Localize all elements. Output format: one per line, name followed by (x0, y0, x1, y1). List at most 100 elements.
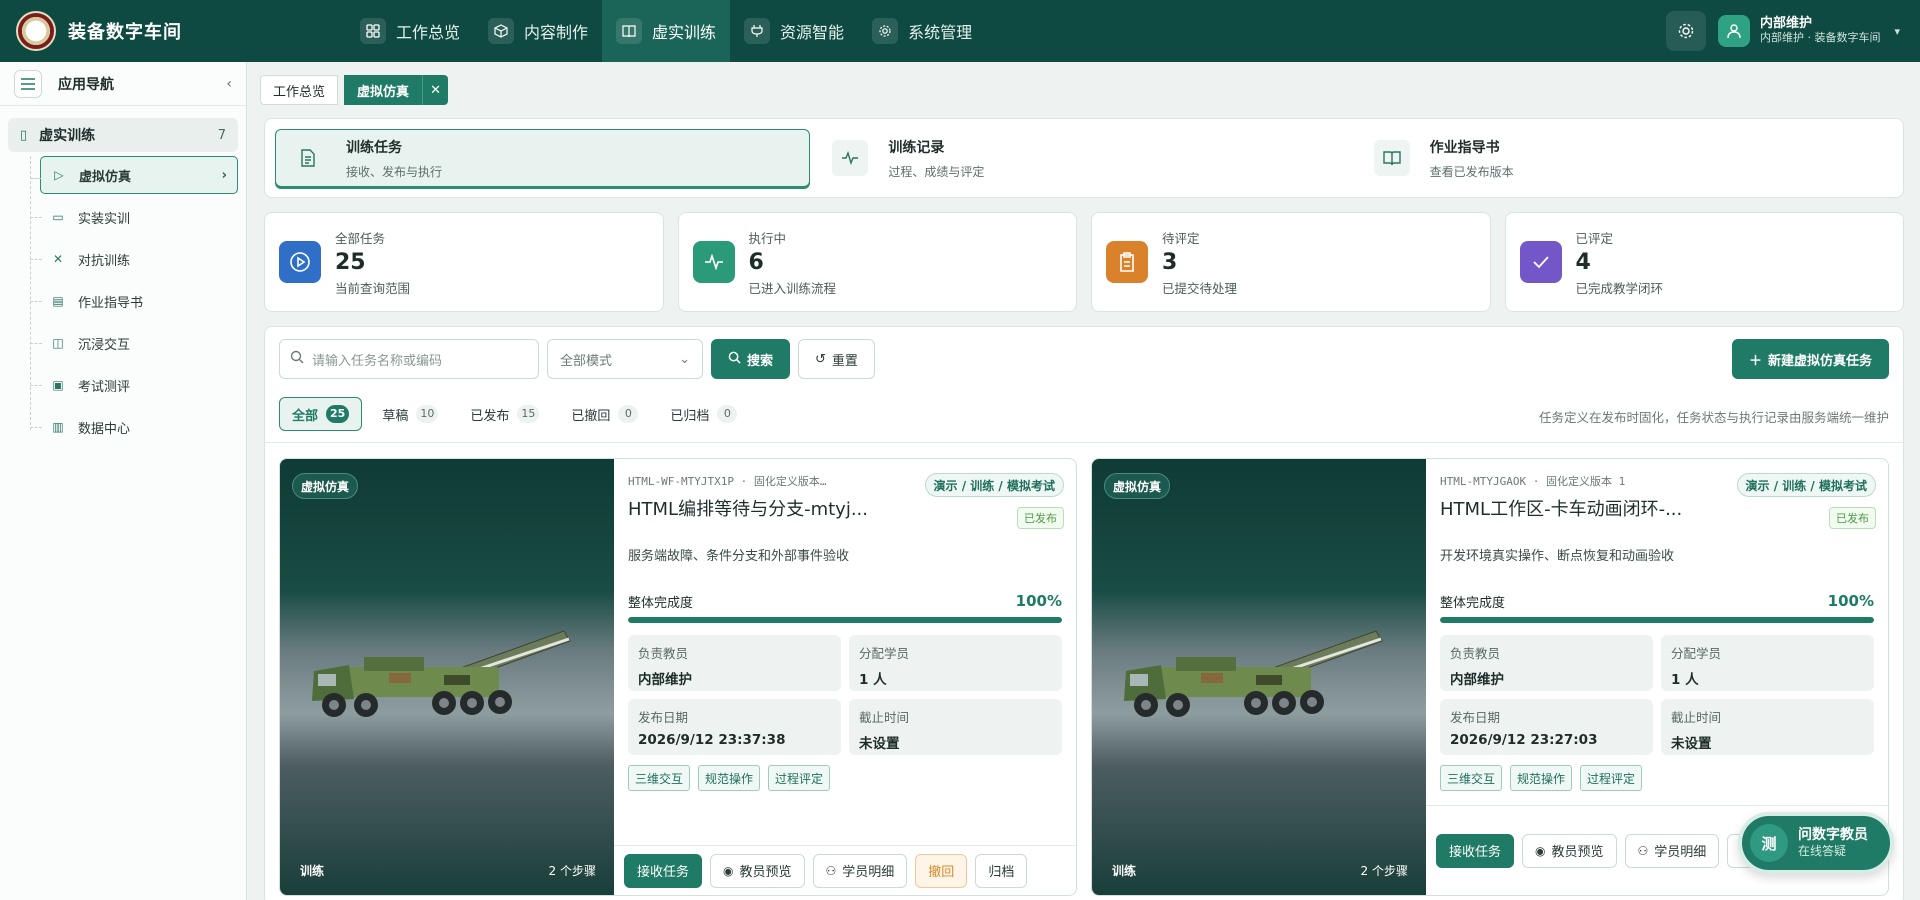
status-tab-count: 25 (326, 405, 350, 423)
sidebar-item-practical[interactable]: ▭ 实装实训 (28, 196, 246, 238)
mode-select[interactable]: 全部模式 ⌄ (547, 339, 703, 379)
status-tab-draft[interactable]: 草稿 10 (370, 397, 450, 431)
nav-item-system[interactable]: 系统管理 (858, 0, 986, 62)
search-button-label: 搜索 (747, 353, 774, 369)
tab-virtual-sim[interactable]: 虚拟仿真 (344, 75, 423, 105)
module-title: 训练记录 (888, 139, 945, 156)
archive-button[interactable]: 归档 (975, 853, 1028, 888)
stat-value: 3 (1162, 249, 1178, 275)
status-tab-count: 10 (416, 405, 439, 423)
mode-select-value: 全部模式 (560, 353, 613, 369)
assistant-status: 在线答疑 (1798, 844, 1847, 858)
sidebar-item-guide[interactable]: ▤ 作业指导书 (28, 280, 246, 322)
module-subtitle: 接收、发布与执行 (346, 164, 443, 179)
stat-pending[interactable]: 待评定 3 已提交待处理 (1091, 212, 1491, 312)
eye-icon: ◉ (1535, 843, 1546, 858)
stat-running[interactable]: 执行中 6 已进入训练流程 (677, 212, 1077, 312)
search-button[interactable]: 搜索 (711, 339, 791, 379)
book-icon (1373, 140, 1410, 176)
status-tab-archived[interactable]: 已归档 0 (658, 397, 749, 431)
info-label: 负责教员 (1450, 646, 1501, 661)
hamburger-icon (21, 77, 35, 90)
student-details-button[interactable]: ⚇ 学员明细 (1624, 833, 1720, 868)
info-value: 1 人 (859, 672, 887, 688)
menu-toggle-button[interactable] (14, 69, 42, 98)
search-input[interactable]: 请输入任务名称或编码 (279, 339, 539, 379)
module-guidebook[interactable]: 作业指导书 查看已发布版本 (1360, 129, 1893, 187)
sidebar-item-exam[interactable]: ▣ 考试测评 (28, 364, 246, 406)
close-icon[interactable]: ✕ (422, 75, 449, 105)
nav-item-training[interactable]: 虚实训练 (602, 0, 731, 62)
sidebar-item-immersive[interactable]: ◫ 沉浸交互 (28, 322, 246, 364)
ai-assistant-button[interactable]: 测 问数字教员 在线答疑 (1738, 812, 1894, 874)
clipboard-icon (1106, 241, 1148, 283)
sidebar-item-label: 作业指导书 (78, 295, 144, 311)
user-menu[interactable]: 内部维护 内部维护 · 装备数字车间 ▾ (1717, 11, 1900, 51)
status-tab-label: 已发布 (470, 408, 510, 424)
info-students: 分配学员 1 人 (1661, 635, 1874, 691)
accept-task-button[interactable]: 接收任务 (1436, 833, 1515, 868)
divider (265, 442, 1903, 443)
task-panel: 请输入任务名称或编码 全部模式 ⌄ 搜索 ↺ 重置 ＋ 新建虚拟仿真任务 全部 2… (264, 326, 1904, 900)
task-card-image: 虚拟仿真 训练 2 个步骤 (1092, 459, 1426, 895)
student-details-button[interactable]: ⚇ 学员明细 (812, 853, 908, 888)
accept-task-button[interactable]: 接收任务 (624, 853, 703, 888)
stat-label: 已评定 (1575, 230, 1614, 246)
task-card[interactable]: 虚拟仿真 训练 2 个步骤 HTML-WF-MTYJTX1P · 固化定义版本…… (279, 458, 1077, 896)
document-icon (290, 140, 326, 176)
module-training-records[interactable]: 训练记录 过程、成绩与评定 (818, 129, 1351, 187)
status-tab-withdrawn[interactable]: 已撤回 0 (559, 397, 650, 431)
tab-overview[interactable]: 工作总览 (260, 75, 339, 105)
info-value: 2026/9/12 23:27:03 (1450, 732, 1598, 748)
status-tab-label: 全部 (292, 408, 319, 424)
status-tab-published[interactable]: 已发布 15 (458, 397, 551, 431)
withdraw-button[interactable]: 撤回 (915, 853, 968, 888)
status-tab-all[interactable]: 全部 25 (279, 397, 363, 431)
info-value: 未设置 (859, 736, 900, 752)
sidebar-title: 应用导航 (58, 76, 114, 93)
rocket-truck-image (312, 630, 571, 717)
module-training-tasks[interactable]: 训练任务接收、发布与执行 (275, 129, 811, 187)
teacher-preview-button[interactable]: ◉ 教员预览 (1522, 833, 1617, 868)
sidebar-group-training[interactable]: ▯ 虚实训练 7 (8, 118, 238, 152)
sidebar-item-combat[interactable]: ✕ 对抗训练 (28, 238, 246, 280)
stat-evaluated[interactable]: 已评定 4 已完成教学闭环 (1504, 212, 1904, 312)
chart-icon: ▥ (52, 420, 64, 434)
sidebar-group-label: 虚实训练 (39, 128, 96, 144)
info-value: 2026/9/12 23:37:38 (638, 732, 786, 748)
task-type-badge: 虚拟仿真 (292, 473, 359, 499)
module-title: 训练任务 (346, 139, 402, 156)
info-publish-date: 发布日期 2026/9/12 23:37:38 (628, 699, 841, 755)
nav-item-content[interactable]: 内容制作 (474, 0, 602, 62)
info-label: 负责教员 (638, 646, 689, 661)
info-value: 内部维护 (638, 672, 692, 688)
task-title: HTML工作区-卡车动画闭环-... (1440, 499, 1683, 520)
page-tabs: 工作总览 虚拟仿真 ✕ (260, 75, 449, 105)
nav-item-resources[interactable]: 资源智能 (730, 0, 858, 62)
settings-button[interactable] (1665, 11, 1706, 51)
sidebar-item-data[interactable]: ▥ 数据中心 (28, 406, 246, 448)
progress-value: 100% (1015, 592, 1062, 610)
info-label: 截止时间 (1671, 710, 1722, 725)
gear-icon (872, 18, 899, 44)
users-icon: ⚇ (825, 863, 837, 878)
task-info-grid: 负责教员 内部维护 分配学员 1 人 发布日期 2026/9/12 23:37:38 … (628, 635, 1062, 755)
stat-all-tasks[interactable]: 全部任务 25 当前查询范围 (264, 212, 664, 312)
teacher-preview-button[interactable]: ◉ 教员预览 (710, 853, 805, 888)
check-icon (1519, 241, 1562, 283)
top-bar: 装备数字车间 工作总览 内容制作 虚实训练 资源智能 系统管理 内部维护 内部维… (0, 0, 1920, 62)
sidebar-item-virtual-sim[interactable]: ▷ 虚拟仿真 › (31, 156, 238, 194)
reset-button[interactable]: ↺ 重置 (798, 339, 875, 379)
info-value: 1 人 (1671, 672, 1699, 688)
status-tab-count: 0 (618, 405, 639, 423)
new-task-button[interactable]: ＋ 新建虚拟仿真任务 (1731, 339, 1889, 379)
nav-item-overview[interactable]: 工作总览 (346, 0, 474, 62)
sidebar-item-label: 实装实训 (78, 211, 131, 227)
user-subtitle: 内部维护 · 装备数字车间 (1759, 31, 1881, 44)
collapse-sidebar-icon[interactable]: ‹ (226, 76, 232, 92)
nav-label: 内容制作 (524, 23, 589, 42)
eye-icon: ◉ (723, 863, 734, 878)
top-right-tools: 内部维护 内部维护 · 装备数字车间 ▾ (1665, 11, 1900, 51)
task-tags: 三维交互 规范操作 过程评定 (1440, 765, 1874, 791)
task-tag: 三维交互 (1440, 765, 1503, 791)
